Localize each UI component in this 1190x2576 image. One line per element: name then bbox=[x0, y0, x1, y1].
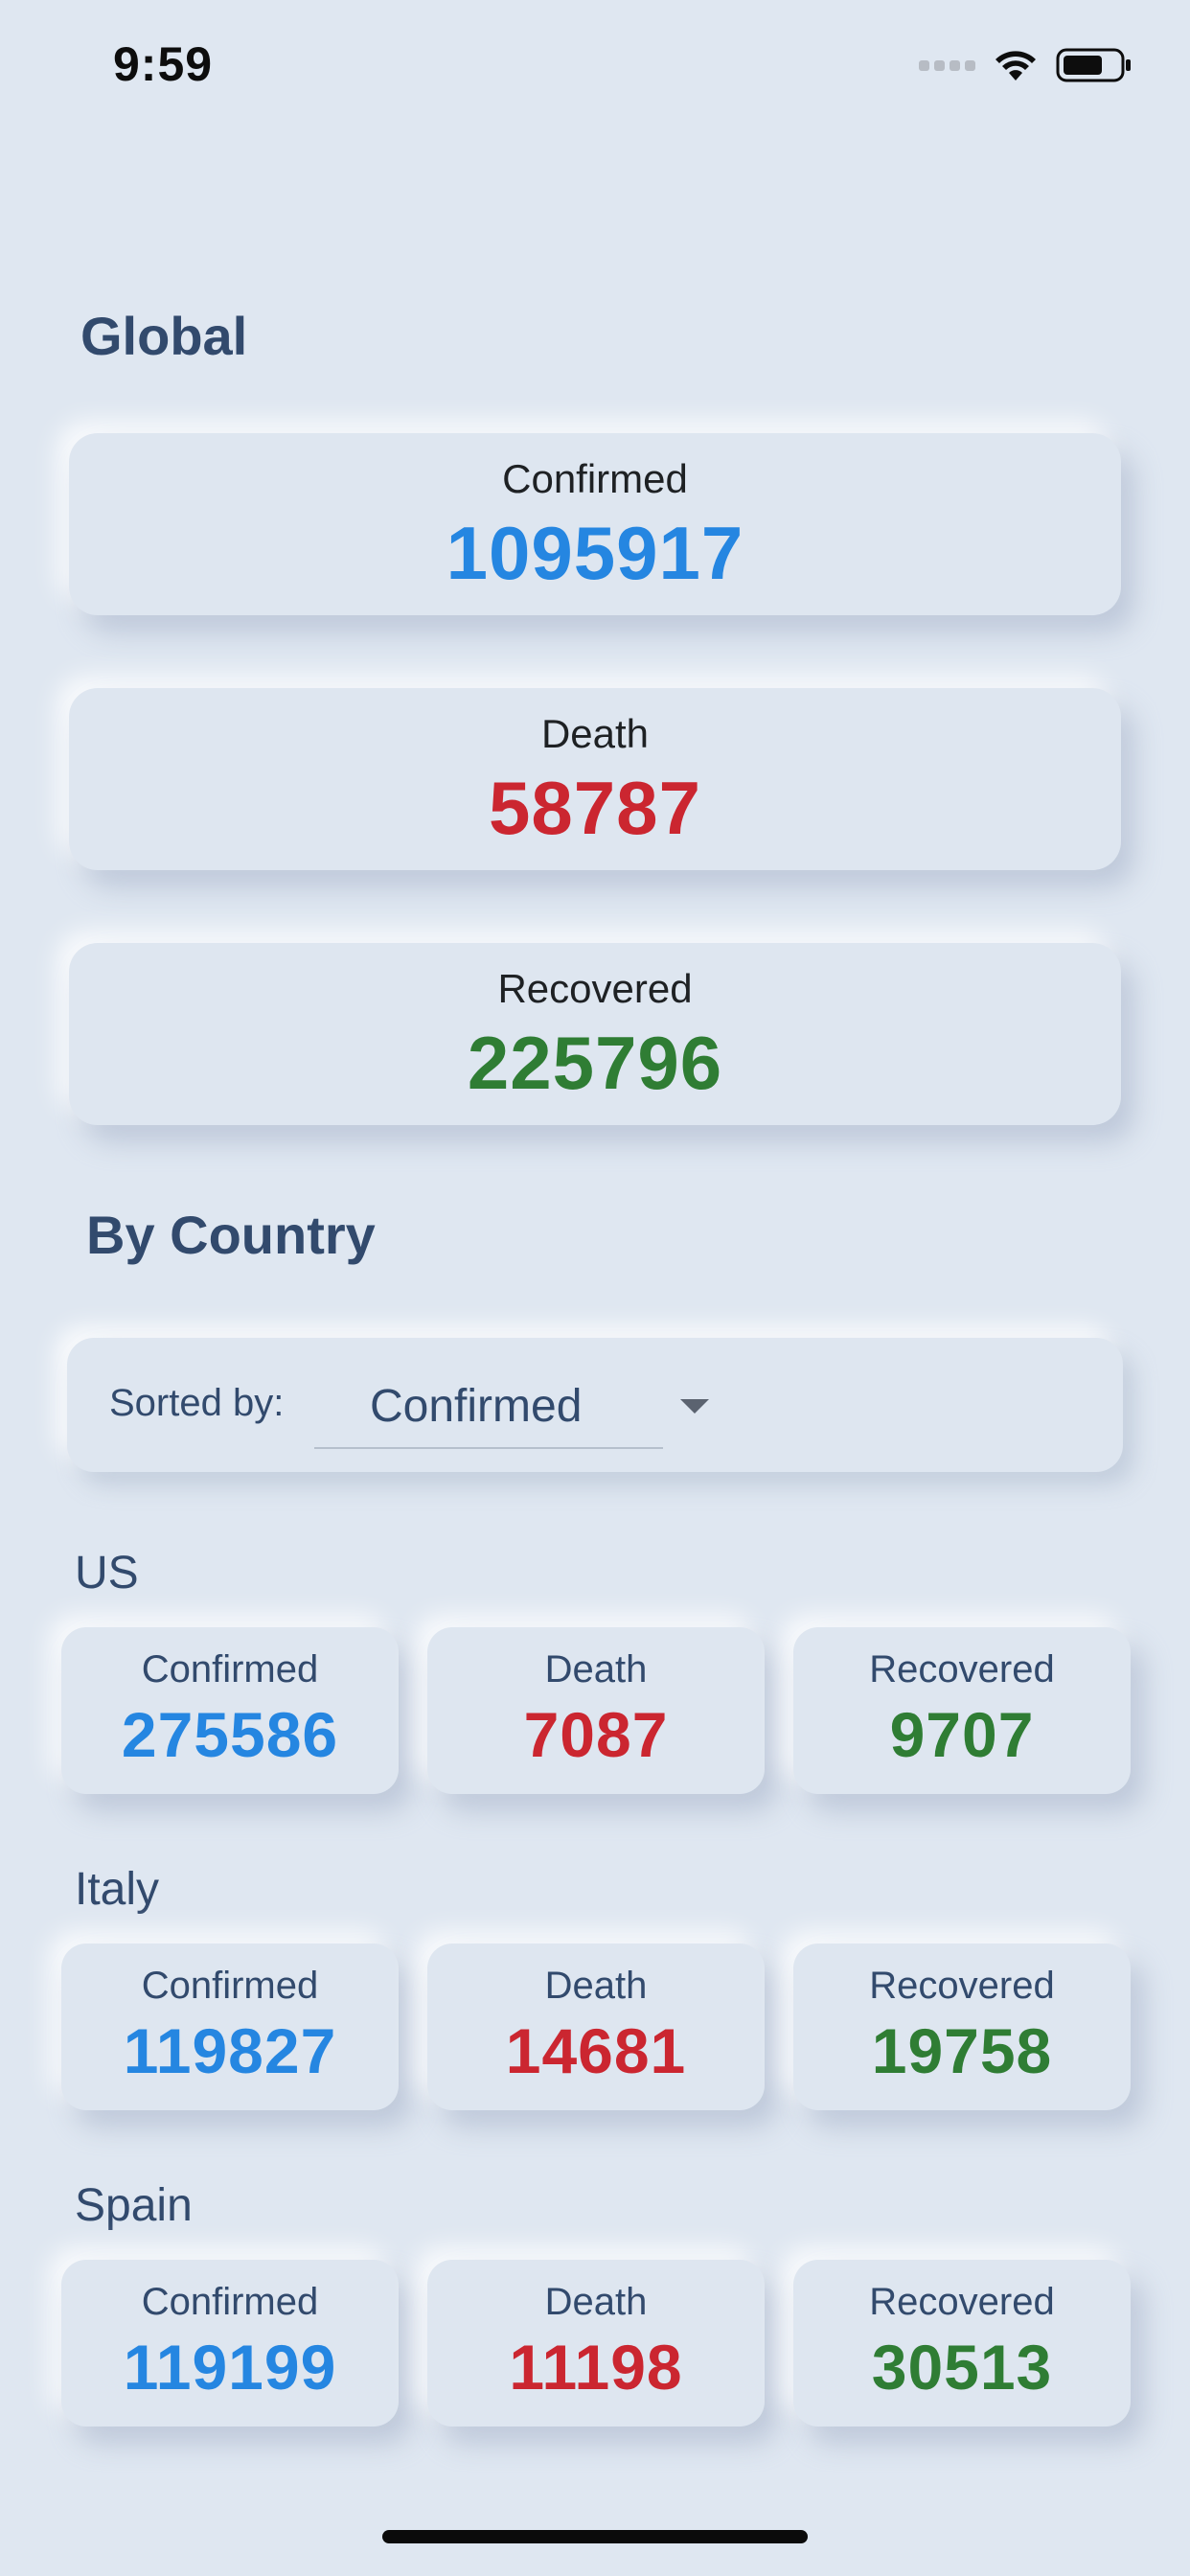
country-death-card: Death 11198 bbox=[427, 2260, 765, 2426]
global-death-value: 58787 bbox=[489, 766, 701, 850]
country-confirmed-card: Confirmed 119199 bbox=[61, 2260, 399, 2426]
dropdown-arrow-icon bbox=[680, 1399, 709, 1414]
global-confirmed-value: 1095917 bbox=[446, 511, 744, 595]
confirmed-label: Confirmed bbox=[141, 1648, 319, 1690]
signal-icon bbox=[919, 59, 975, 71]
confirmed-label: Confirmed bbox=[141, 2281, 319, 2323]
sort-label: Sorted by: bbox=[109, 1382, 285, 1424]
sort-dropdown[interactable]: Confirmed bbox=[314, 1357, 709, 1449]
recovered-value: 19758 bbox=[871, 2015, 1053, 2086]
confirmed-label: Confirmed bbox=[141, 1965, 319, 2007]
recovered-label: Recovered bbox=[869, 2281, 1055, 2323]
confirmed-value: 119827 bbox=[123, 2015, 337, 2086]
global-death-card: Death 58787 bbox=[69, 688, 1121, 870]
death-value: 14681 bbox=[505, 2015, 687, 2086]
global-recovered-label: Recovered bbox=[497, 966, 693, 1011]
country-death-card: Death 7087 bbox=[427, 1627, 765, 1794]
recovered-value: 9707 bbox=[889, 1699, 1035, 1770]
wifi-icon bbox=[995, 51, 1036, 80]
status-time: 9:59 bbox=[113, 37, 214, 91]
global-confirmed-label: Confirmed bbox=[502, 456, 688, 501]
global-recovered-value: 225796 bbox=[467, 1021, 723, 1105]
recovered-label: Recovered bbox=[869, 1648, 1055, 1690]
global-title: Global bbox=[80, 306, 248, 366]
country-recovered-card: Recovered 19758 bbox=[793, 1944, 1131, 2110]
country-name-us: US bbox=[75, 1548, 139, 1598]
country-name-italy: Italy bbox=[75, 1864, 160, 1915]
death-label: Death bbox=[544, 1648, 648, 1690]
global-recovered-card: Recovered 225796 bbox=[69, 943, 1121, 1125]
country-recovered-card: Recovered 30513 bbox=[793, 2260, 1131, 2426]
status-icons bbox=[919, 42, 1133, 88]
home-indicator[interactable] bbox=[382, 2530, 808, 2543]
sort-bar: Sorted by: Confirmed bbox=[67, 1338, 1123, 1472]
battery-icon bbox=[1056, 48, 1131, 82]
death-value: 11198 bbox=[509, 2332, 683, 2403]
country-recovered-card: Recovered 9707 bbox=[793, 1627, 1131, 1794]
global-confirmed-card: Confirmed 1095917 bbox=[69, 433, 1121, 615]
by-country-title: By Country bbox=[86, 1205, 376, 1265]
death-label: Death bbox=[544, 1965, 648, 2007]
death-value: 7087 bbox=[523, 1699, 669, 1770]
recovered-label: Recovered bbox=[869, 1965, 1055, 2007]
confirmed-value: 119199 bbox=[123, 2332, 337, 2403]
sort-selected-value: Confirmed bbox=[370, 1381, 583, 1432]
death-label: Death bbox=[544, 2281, 648, 2323]
country-confirmed-card: Confirmed 119827 bbox=[61, 1944, 399, 2110]
country-confirmed-card: Confirmed 275586 bbox=[61, 1627, 399, 1794]
country-death-card: Death 14681 bbox=[427, 1944, 765, 2110]
country-name-spain: Spain bbox=[75, 2180, 193, 2231]
confirmed-value: 275586 bbox=[121, 1699, 339, 1770]
global-death-label: Death bbox=[540, 711, 650, 756]
app-screen: 9:59 Global Confirmed 1095917 Death 5878… bbox=[0, 0, 1190, 2576]
recovered-value: 30513 bbox=[871, 2332, 1053, 2403]
